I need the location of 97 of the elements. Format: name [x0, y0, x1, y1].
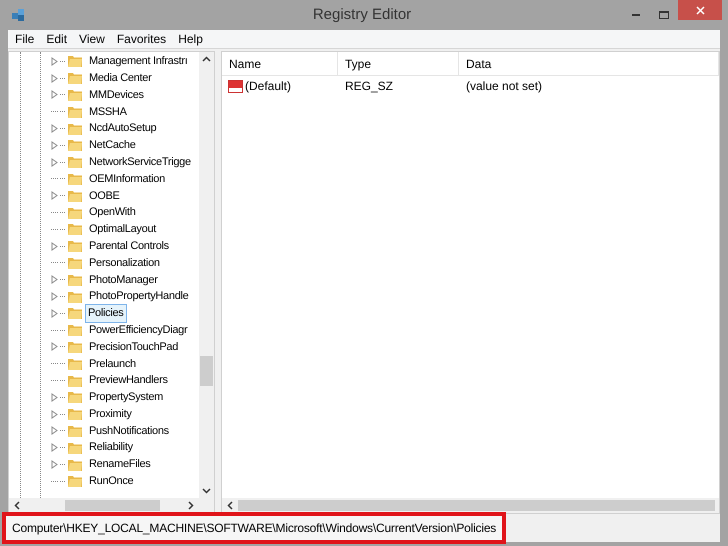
expand-arrow-icon[interactable] — [51, 410, 58, 419]
menu-item[interactable]: File — [10, 30, 40, 48]
tree-item[interactable]: Management Infrastrı — [85, 52, 192, 71]
tree-item[interactable]: Media Center — [85, 68, 156, 88]
tree-item[interactable]: MSSHA — [85, 102, 131, 122]
scroll-left-icon[interactable] — [227, 501, 233, 510]
folder-icon — [67, 356, 83, 371]
expand-arrow-icon[interactable] — [51, 443, 58, 452]
expand-arrow-icon[interactable] — [51, 292, 58, 302]
tree-item[interactable]: Proximity — [85, 404, 136, 424]
folder-icon — [67, 474, 83, 488]
folder-icon — [67, 222, 83, 236]
horizontal-scrollbar[interactable] — [222, 498, 719, 513]
folder-icon — [67, 272, 83, 287]
tree-item[interactable]: Policies — [85, 304, 127, 323]
tree-item[interactable]: PhotoPropertyHandle — [85, 287, 192, 306]
expand-arrow-icon[interactable] — [51, 74, 58, 83]
tree-item[interactable]: OOBE — [85, 186, 124, 206]
folder-icon — [67, 390, 83, 404]
tree-item[interactable]: PreviewHandlers — [85, 371, 172, 390]
folder-icon — [67, 206, 83, 220]
table-cell: (value not set) — [466, 79, 542, 93]
folder-icon — [67, 188, 83, 203]
column-header[interactable]: Type — [338, 52, 459, 75]
scrollbar-thumb[interactable] — [238, 500, 715, 511]
folder-icon — [67, 71, 83, 86]
folder-icon — [67, 306, 83, 320]
scroll-down-icon[interactable] — [202, 488, 211, 494]
tree-item[interactable]: Personalization — [85, 254, 164, 272]
expand-arrow-icon[interactable] — [51, 460, 58, 470]
horizontal-scrollbar[interactable] — [9, 498, 214, 513]
expand-arrow-icon[interactable] — [51, 90, 58, 100]
string-value-icon — [228, 80, 243, 92]
expand-arrow-icon[interactable] — [51, 191, 58, 200]
folder-icon — [67, 239, 83, 254]
tree-item[interactable]: OpenWith — [85, 203, 140, 222]
folder-icon — [67, 340, 83, 354]
close-icon — [696, 6, 704, 14]
expand-arrow-icon[interactable] — [51, 242, 58, 251]
tree-item[interactable]: MMDevices — [85, 86, 148, 104]
folder-icon — [67, 122, 83, 136]
tree-item[interactable]: Reliability — [85, 438, 137, 457]
window-title: Registry Editor — [312, 4, 412, 25]
folder-icon — [67, 104, 83, 119]
expand-arrow-icon[interactable] — [51, 140, 58, 150]
expand-arrow-icon[interactable] — [51, 342, 58, 352]
folder-icon — [67, 138, 83, 152]
tree-item[interactable]: PowerEfficiencyDiagr — [85, 320, 192, 340]
table-cell-text: (Default) — [245, 78, 292, 95]
folder-icon — [67, 458, 83, 472]
tree-item[interactable]: Prelaunch — [85, 354, 140, 373]
tree-item[interactable]: RunOnce — [85, 472, 138, 491]
menu-item[interactable]: View — [74, 30, 110, 48]
tree-item[interactable]: NetworkServiceTrigge — [85, 152, 195, 172]
tree-item[interactable]: OptimalLayout — [85, 220, 160, 239]
folder-icon — [67, 290, 83, 304]
scrollbar-thumb[interactable] — [200, 356, 213, 386]
menu-item[interactable]: Favorites — [112, 30, 172, 48]
tree-item[interactable]: PrecisionTouchPad — [85, 338, 182, 356]
folder-icon — [67, 323, 83, 338]
scrollbar-thumb[interactable] — [65, 500, 160, 511]
close-button[interactable] — [678, 0, 722, 20]
folder-icon — [67, 155, 83, 170]
folder-icon — [67, 256, 83, 270]
scroll-right-icon[interactable] — [188, 501, 194, 510]
expand-arrow-icon[interactable] — [51, 392, 58, 402]
status-path: Computer\HKEY_LOCAL_MACHINE\SOFTWARE\Microsoft\Windows\CurrentVersion\Policies — [12, 520, 496, 537]
folder-icon — [67, 424, 83, 438]
vertical-scrollbar[interactable] — [199, 52, 214, 498]
table-cell: REG_SZ — [345, 79, 394, 93]
folder-icon — [67, 172, 83, 186]
menu-item[interactable]: Help — [173, 30, 208, 48]
tree-item[interactable]: RenameFiles — [85, 455, 155, 474]
folder-icon — [67, 440, 83, 455]
expand-arrow-icon[interactable] — [51, 308, 58, 318]
scroll-up-icon[interactable] — [202, 56, 211, 62]
column-header[interactable]: Name — [222, 52, 338, 75]
folder-icon — [67, 54, 83, 68]
tree-item[interactable]: Parental Controls — [85, 236, 173, 256]
registry-cubes-icon — [10, 7, 26, 23]
column-header[interactable]: Data — [459, 52, 719, 75]
expand-arrow-icon[interactable] — [51, 275, 58, 284]
tree-item[interactable]: NcdAutoSetup — [85, 119, 160, 138]
expand-arrow-icon[interactable] — [51, 426, 58, 436]
tree-item[interactable]: PropertySystem — [85, 388, 168, 407]
tree-item[interactable]: PushNotifications — [85, 422, 173, 440]
folder-icon — [67, 374, 83, 388]
tree-item[interactable]: PhotoManager — [85, 270, 162, 290]
expand-arrow-icon[interactable] — [51, 56, 58, 66]
expand-arrow-icon[interactable] — [51, 124, 58, 134]
folder-icon — [67, 88, 83, 102]
tree-item[interactable]: OEMInformation — [85, 170, 169, 188]
scroll-left-icon[interactable] — [14, 501, 20, 510]
tree-item[interactable]: NetCache — [85, 136, 140, 155]
folder-icon — [67, 407, 83, 422]
menu-item[interactable]: Edit — [41, 30, 72, 48]
expand-arrow-icon[interactable] — [51, 158, 58, 167]
